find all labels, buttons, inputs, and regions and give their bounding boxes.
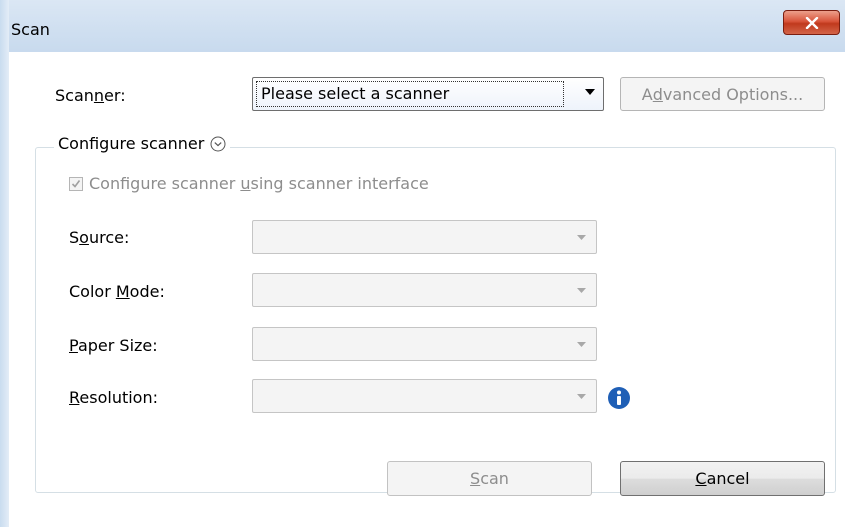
resolution-label-post: esolution: — [79, 388, 158, 407]
scan-dialog: Scan Scanner: Please select a scanner Ad… — [0, 0, 845, 527]
source-select[interactable] — [252, 220, 597, 254]
advanced-options-post: vanced Options... — [662, 84, 804, 104]
color-mode-label-pre: Color — [69, 282, 116, 301]
dropdown-arrow-icon — [585, 89, 595, 95]
checkmark-icon — [71, 179, 81, 188]
scanner-label-key: n — [93, 86, 105, 105]
color-mode-select[interactable] — [252, 273, 597, 307]
dropdown-arrow-icon — [577, 394, 586, 399]
info-icon[interactable] — [607, 386, 631, 410]
scanner-select-value: Please select a scanner — [261, 84, 450, 103]
advanced-options-key: d — [652, 84, 663, 104]
configure-scanner-group — [35, 147, 836, 493]
close-button[interactable] — [783, 10, 840, 35]
scan-button-key: S — [470, 469, 481, 488]
color-mode-label: Color Mode: — [69, 282, 165, 301]
close-x-icon — [805, 16, 818, 29]
scan-button-post: can — [480, 469, 509, 488]
paper-size-label: Paper Size: — [69, 336, 158, 355]
scanner-label-pre: Scan — [55, 86, 94, 105]
source-label: Source: — [69, 228, 129, 247]
configure-interface-checkbox[interactable] — [69, 176, 83, 191]
configure-interface-pre: Configure scanner — [89, 174, 241, 193]
configure-scanner-legend[interactable]: Configure scanner — [54, 134, 231, 153]
dropdown-arrow-icon — [577, 235, 586, 240]
scan-button[interactable]: Scan — [387, 461, 592, 496]
cancel-button-key: C — [695, 469, 707, 488]
scanner-label: Scanner: — [55, 86, 126, 105]
color-mode-label-key: M — [115, 282, 130, 301]
advanced-options-button[interactable]: Ad vanced Options... — [620, 77, 825, 111]
source-label-key: o — [79, 228, 89, 247]
window-left-border — [0, 0, 9, 527]
configure-scanner-title: Configure scanner — [58, 134, 205, 153]
color-mode-label-post: ode: — [129, 282, 165, 301]
dropdown-arrow-icon — [577, 288, 586, 293]
scanner-label-post: er: — [104, 86, 126, 105]
cancel-button-post: ancel — [706, 469, 750, 488]
configure-interface-post: sing scanner interface — [250, 174, 429, 193]
configure-interface-label: Configure scanner using scanner interfac… — [89, 174, 429, 193]
advanced-options-pre: A — [641, 84, 653, 104]
chevron-down-circle-icon[interactable] — [210, 136, 226, 152]
configure-interface-checkbox-row[interactable]: Configure scanner using scanner interfac… — [69, 174, 429, 193]
dialog-content: Scanner: Please select a scanner Ad vance… — [9, 52, 845, 527]
configure-interface-key: u — [240, 174, 251, 193]
paper-size-label-post: aper Size: — [77, 336, 158, 355]
cancel-button[interactable]: Cancel — [620, 461, 825, 496]
resolution-label: Resolution: — [69, 388, 158, 407]
paper-size-label-key: P — [69, 336, 78, 355]
dropdown-arrow-icon — [577, 342, 586, 347]
paper-size-select[interactable] — [252, 327, 597, 361]
source-label-post: urce: — [88, 228, 130, 247]
title-bar[interactable]: Scan — [0, 0, 845, 52]
scanner-select[interactable]: Please select a scanner — [252, 77, 604, 111]
window-title: Scan — [11, 20, 50, 39]
source-label-pre: S — [69, 228, 80, 247]
resolution-select[interactable] — [252, 379, 597, 413]
resolution-label-key: R — [69, 388, 80, 407]
